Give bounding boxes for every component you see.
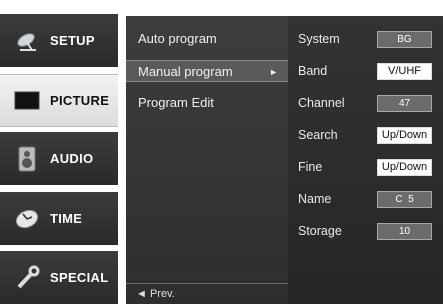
- category-special[interactable]: SPECIAL: [0, 251, 118, 304]
- setting-label: Fine: [298, 160, 323, 174]
- setting-row-fine[interactable]: Fine Up/Down: [288, 158, 443, 178]
- setting-value-box[interactable]: BG: [377, 31, 432, 48]
- wrench-icon: [12, 265, 42, 291]
- category-label: SETUP: [50, 33, 95, 48]
- category-label: AUDIO: [50, 151, 94, 166]
- setting-row-band[interactable]: Band V/UHF: [288, 62, 443, 82]
- setting-row-system[interactable]: System BG: [288, 30, 443, 50]
- setting-value-box[interactable]: Up/Down: [377, 127, 432, 144]
- setting-value-box[interactable]: C 5: [377, 191, 432, 208]
- menu-item-label: Auto program: [138, 31, 217, 46]
- setting-label: System: [298, 32, 340, 46]
- menu-item-label: Manual program: [138, 64, 233, 79]
- divider: [126, 283, 288, 284]
- setting-value-box[interactable]: V/UHF: [377, 63, 432, 80]
- category-label: SPECIAL: [50, 270, 109, 285]
- arrow-right-icon: ►: [269, 67, 278, 77]
- setting-label: Storage: [298, 224, 342, 238]
- category-audio[interactable]: AUDIO: [0, 132, 118, 185]
- setting-label: Search: [298, 128, 338, 142]
- setting-row-search[interactable]: Search Up/Down: [288, 126, 443, 146]
- setting-value-box[interactable]: 47: [377, 95, 432, 112]
- category-label: PICTURE: [50, 93, 110, 108]
- setting-label: Channel: [298, 96, 345, 110]
- settings-panel: System BG Band V/UHF Channel 47 Search U…: [288, 16, 443, 304]
- menu-item-label: Program Edit: [138, 95, 214, 110]
- menu-item-auto-program[interactable]: Auto program: [126, 28, 288, 50]
- category-picture[interactable]: PICTURE: [0, 74, 118, 127]
- setting-value-box[interactable]: Up/Down: [377, 159, 432, 176]
- setting-row-storage[interactable]: Storage 10: [288, 222, 443, 242]
- menu-item-program-edit[interactable]: Program Edit: [126, 92, 288, 114]
- clock-icon: [12, 206, 42, 232]
- setting-label: Name: [298, 192, 332, 206]
- setting-label: Band: [298, 64, 328, 78]
- category-label: TIME: [50, 211, 83, 226]
- satellite-dish-icon: [12, 28, 42, 54]
- prev-button[interactable]: ◄ Prev.: [136, 288, 175, 300]
- setting-row-channel[interactable]: Channel 47: [288, 94, 443, 114]
- category-setup[interactable]: SETUP: [0, 14, 118, 67]
- submenu-panel: Auto program Manual program ► Program Ed…: [126, 16, 288, 304]
- speaker-icon: [12, 146, 42, 172]
- menu-item-manual-program[interactable]: Manual program ►: [126, 60, 288, 82]
- category-time[interactable]: TIME: [0, 192, 118, 245]
- category-menu: SETUP PICTURE AUDIO TIME SPECIAL: [0, 0, 118, 304]
- monitor-icon: [12, 88, 42, 114]
- setting-row-name[interactable]: Name C 5: [288, 190, 443, 210]
- setting-value-box[interactable]: 10: [377, 223, 432, 240]
